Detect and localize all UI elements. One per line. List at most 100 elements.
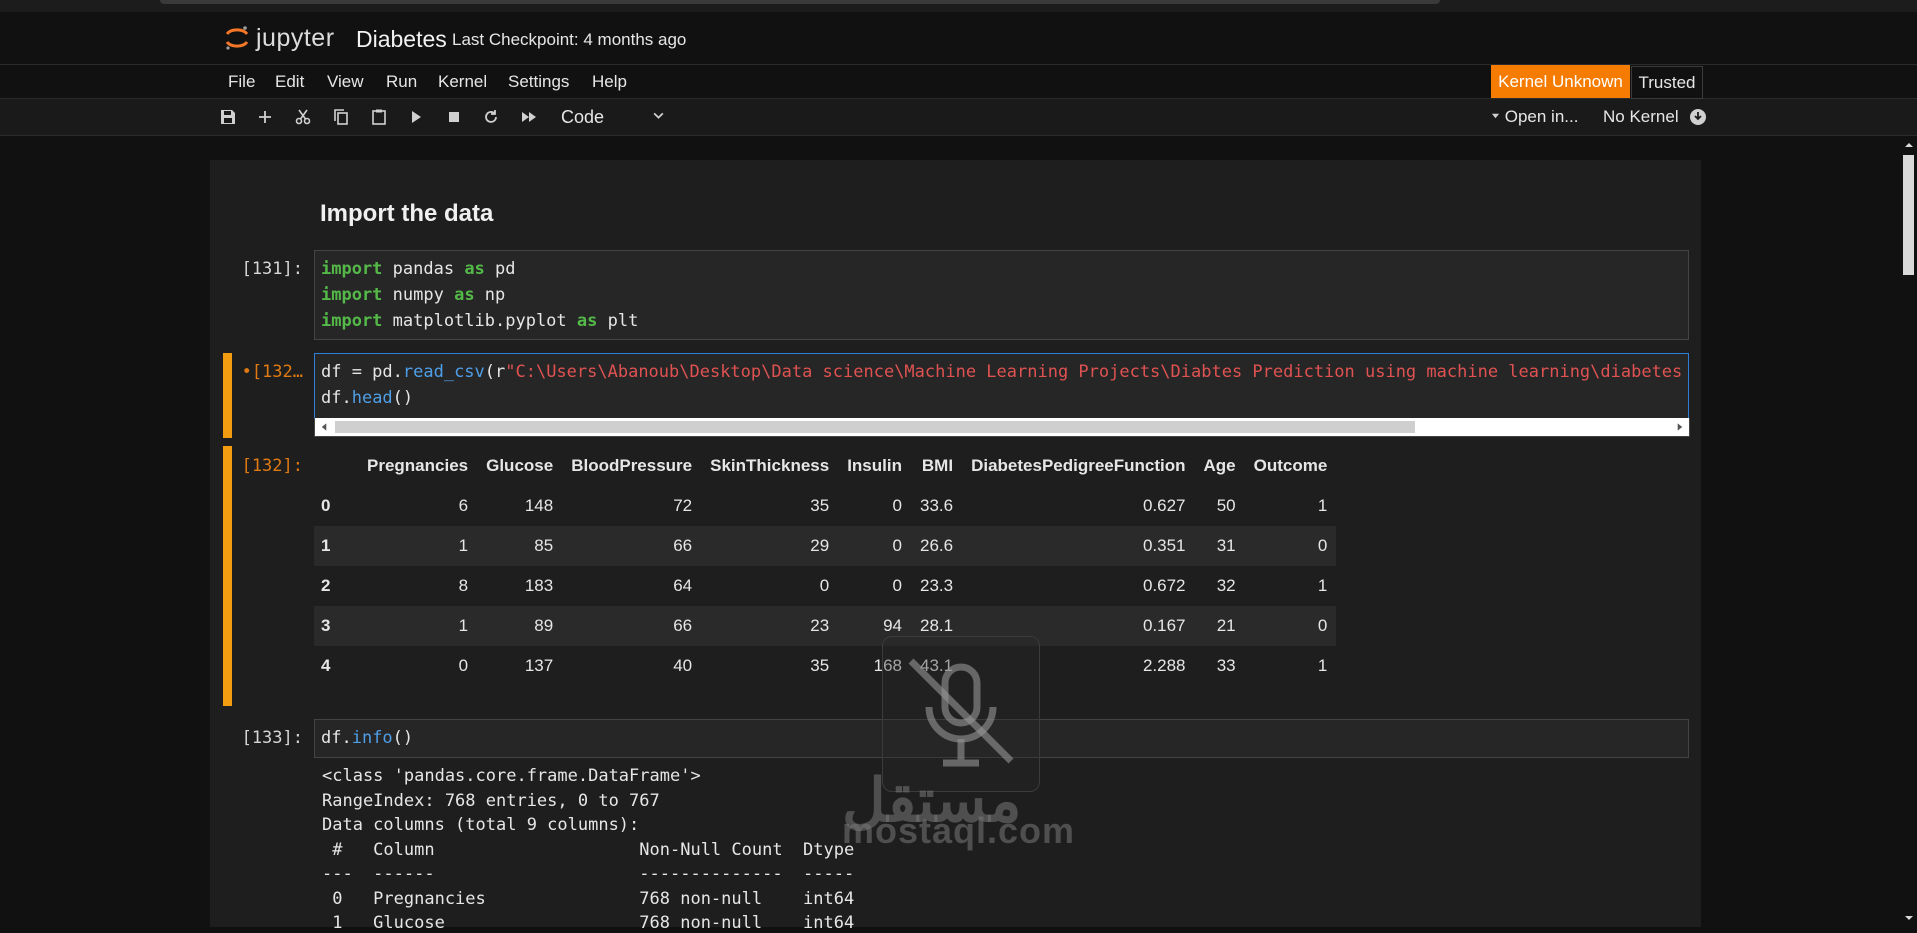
table-cell: 89 <box>477 606 563 646</box>
open-in-dropdown[interactable]: Open in... <box>1491 107 1578 127</box>
watermark-text: mostaql.com <box>842 810 1076 851</box>
output-prompt: [132]: <box>241 456 303 476</box>
table-cell: 0 <box>819 576 830 595</box>
table-cell: 64 <box>673 576 693 595</box>
table-cell: 0 <box>892 576 902 595</box>
row-index: 2 <box>321 576 331 595</box>
keyword: import <box>321 285 383 305</box>
column-header: Age <box>1203 456 1236 475</box>
kernel-name[interactable]: No Kernel <box>1603 107 1679 127</box>
table-cell: 1 <box>1317 496 1328 515</box>
cut-icon[interactable] <box>293 107 313 127</box>
table-cell: 33.6 <box>919 496 954 515</box>
column-header: Pregnancies <box>367 456 469 475</box>
table-cell: 23.3 <box>919 576 954 595</box>
table-cell: 35 <box>810 656 830 675</box>
table-row: 4 0 137 40 35 168 43.1 2.288 33 1 <box>314 646 1336 686</box>
table-cell: 66 <box>562 526 702 566</box>
jupyter-logo[interactable]: jupyter <box>224 22 335 54</box>
output-line: 0 Pregnancies 768 non-null int64 <box>322 889 855 909</box>
caret-down-icon <box>1491 113 1500 119</box>
markdown-heading[interactable]: Import the data <box>320 200 493 228</box>
output-line: Data columns (total 9 columns): <box>322 815 640 835</box>
keyword: import <box>321 259 383 279</box>
horizontal-scrollbar-thumb[interactable] <box>335 421 1415 433</box>
scroll-down-icon[interactable] <box>1904 913 1914 923</box>
cell-prompt: [131]: <box>241 259 303 279</box>
menu-run[interactable]: Run <box>386 72 417 92</box>
trusted-indicator[interactable]: Trusted <box>1631 66 1703 99</box>
table-cell: 23 <box>701 606 839 646</box>
table-cell: 1 <box>1317 656 1328 675</box>
code-text: matplotlib.pyplot <box>382 311 577 331</box>
code-cell-imports[interactable]: import pandas as pd import numpy as np i… <box>314 250 1689 340</box>
stop-icon[interactable] <box>444 107 464 127</box>
kernel-status-badge[interactable]: Kernel Unknown <box>1491 65 1630 98</box>
menu-kernel[interactable]: Kernel <box>438 72 487 92</box>
open-in-label: Open in... <box>1504 107 1579 126</box>
code-text: df. <box>321 728 352 748</box>
column-header <box>314 446 358 486</box>
output-line: --- ------ -------------- ----- <box>322 864 855 884</box>
row-index: 3 <box>314 606 358 646</box>
table-row: 3 1 89 66 23 94 28.1 0.167 21 0 <box>314 606 1337 646</box>
column-header: Outcome <box>1253 456 1328 475</box>
table-cell: 148 <box>524 496 554 515</box>
output-line: # Column Non-Null Count Dtype <box>322 840 855 860</box>
code-text: pd <box>484 259 516 279</box>
output-line: 1 Glucose 768 non-null int64 <box>322 913 855 933</box>
kernel-status-icon <box>1689 108 1707 131</box>
jupyter-logo-text: jupyter <box>256 23 335 52</box>
table-cell: 137 <box>524 656 554 675</box>
table-cell: 0.627 <box>1142 496 1186 515</box>
restart-icon[interactable] <box>481 107 501 127</box>
code-text: () <box>392 388 414 408</box>
string-literal: "C:\Users\Abanoub\Desktop\Data science\M… <box>505 362 1683 382</box>
chevron-down-icon[interactable] <box>652 109 665 127</box>
browser-top-strip <box>0 0 1917 12</box>
run-icon[interactable] <box>406 107 426 127</box>
table-row: 1 1 85 66 29 0 26.6 0.351 31 0 <box>314 526 1337 566</box>
menu-settings[interactable]: Settings <box>508 72 569 92</box>
code-text: df. <box>321 388 352 408</box>
vertical-scrollbar-thumb[interactable] <box>1903 155 1914 275</box>
code-line: df.info() <box>321 728 413 748</box>
table-cell: 0 <box>458 656 469 675</box>
code-cell-read-csv[interactable]: df = pd.read_csv(r"C:\Users\Abanoub\Desk… <box>314 353 1689 419</box>
column-header: Insulin <box>847 456 902 475</box>
scroll-up-icon[interactable] <box>1904 140 1914 150</box>
table-cell: 66 <box>562 606 702 646</box>
horizontal-scrollbar[interactable] <box>314 418 1690 437</box>
browser-tab-bar <box>160 0 1440 4</box>
jupyter-logo-icon <box>224 25 250 51</box>
code-text: np <box>474 285 506 305</box>
table-row: 2 8 183 64 0 0 23.3 0.672 32 1 <box>314 566 1336 606</box>
column-header: BMI <box>921 456 954 475</box>
keyword: import <box>321 311 383 331</box>
table-cell: 0 <box>892 496 902 515</box>
keyword: as <box>576 311 598 331</box>
paste-icon[interactable] <box>369 107 389 127</box>
code-text: numpy <box>382 285 455 305</box>
row-index: 4 <box>321 656 331 675</box>
menu-help[interactable]: Help <box>592 72 627 92</box>
scroll-left-icon[interactable] <box>320 422 329 432</box>
menu-view[interactable]: View <box>327 72 364 92</box>
menu-edit[interactable]: Edit <box>275 72 304 92</box>
add-cell-icon[interactable] <box>255 107 275 127</box>
table-cell: 0 <box>1244 606 1337 646</box>
menu-file[interactable]: File <box>228 72 255 92</box>
function-name: info <box>351 728 393 748</box>
fast-forward-icon[interactable] <box>519 107 539 127</box>
cell-type-select[interactable]: Code <box>561 107 604 128</box>
table-cell: 0 <box>1244 526 1337 566</box>
column-header: SkinThickness <box>710 456 830 475</box>
notebook-title[interactable]: Diabetes <box>356 26 447 53</box>
copy-icon[interactable] <box>331 107 351 127</box>
table-cell: 1 <box>358 606 478 646</box>
last-checkpoint: Last Checkpoint: 4 months ago <box>452 30 687 49</box>
scroll-right-icon[interactable] <box>1675 422 1684 432</box>
table-cell: 8 <box>458 576 469 595</box>
save-icon[interactable] <box>218 107 238 127</box>
table-cell: 1 <box>358 526 478 566</box>
